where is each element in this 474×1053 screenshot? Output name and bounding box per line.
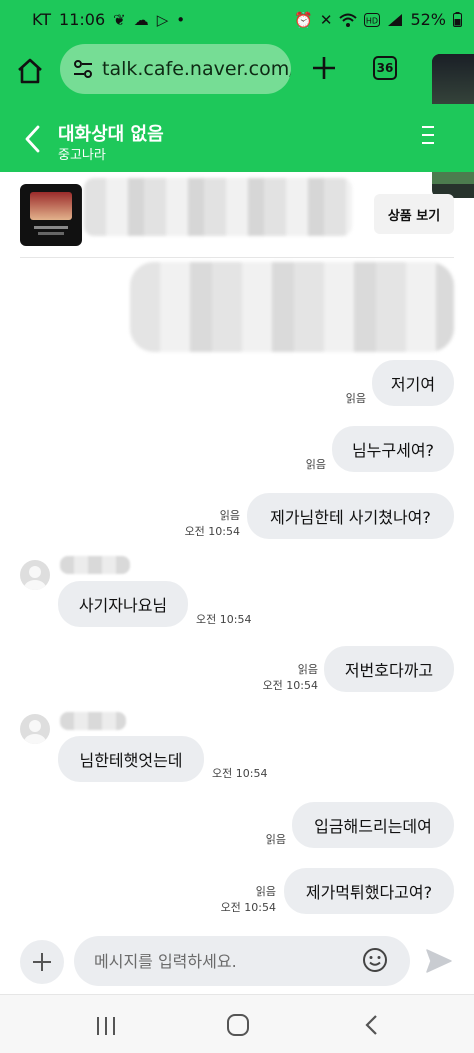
clock: 11:06 — [59, 10, 106, 29]
message-bubble-in[interactable]: 님한테햇엇는데 — [58, 736, 204, 782]
emoji-icon[interactable] — [362, 947, 388, 973]
battery-percent: 52% — [410, 10, 446, 29]
hd-icon: HD — [364, 12, 381, 27]
carrier-label: KT — [32, 10, 52, 29]
play-icon: ▷ — [156, 10, 169, 29]
product-info-redacted — [84, 178, 352, 236]
read-receipt: 읽음 — [265, 833, 286, 846]
chat-subtitle: 중고나라 — [58, 148, 106, 163]
message-bubble-out[interactable]: 님누구세여? — [332, 426, 454, 472]
product-thumbnail[interactable] — [20, 184, 82, 246]
message-time: 오전 10:54 — [196, 613, 252, 626]
menu-icon[interactable] — [422, 126, 434, 150]
read-receipt: 읽음 — [255, 885, 276, 898]
back-nav-icon[interactable] — [362, 1013, 382, 1037]
url-bar[interactable]: talk.cafe.naver.com/ — [60, 44, 291, 94]
back-arrow-icon[interactable] — [20, 122, 46, 156]
system-navigation-bar — [0, 994, 474, 1053]
redacted-message — [130, 262, 454, 352]
message-bubble-in[interactable]: 사기자나요님 — [58, 581, 188, 627]
cloud-icon: ☁ — [133, 10, 149, 29]
attach-button[interactable] — [20, 940, 64, 984]
tab-switcher-button[interactable]: 36 — [373, 56, 397, 80]
recent-apps-icon[interactable] — [92, 1015, 120, 1037]
chat-header: 대화상대 없음 중고나라 — [0, 104, 474, 172]
signal-icon — [388, 13, 403, 26]
read-receipt: 읽음 — [345, 392, 366, 405]
alarm-icon: ⏰ — [294, 10, 313, 29]
message-time: 오전 10:54 — [220, 901, 276, 914]
new-tab-icon[interactable] — [308, 52, 340, 84]
tab-count: 36 — [376, 61, 394, 75]
message-time: 오전 10:54 — [262, 679, 318, 692]
wifi-icon — [339, 13, 358, 27]
message-bubble-out[interactable]: 입금해드리는데여 — [292, 802, 454, 848]
message-composer — [0, 930, 474, 994]
plus-icon — [33, 953, 51, 971]
home-icon[interactable] — [14, 55, 46, 87]
message-bubble-out[interactable]: 제가님한테 사기쳤나여? — [247, 493, 454, 539]
sender-name-redacted — [60, 556, 130, 574]
product-bar: 상품 보기 — [0, 172, 474, 258]
chat-title: 대화상대 없음 — [58, 124, 164, 145]
browser-toolbar: talk.cafe.naver.com/ 36 — [0, 38, 474, 104]
avatar[interactable] — [20, 560, 50, 590]
svg-text:HD: HD — [366, 16, 378, 25]
message-bubble-out[interactable]: 저기여 — [372, 360, 454, 406]
battery-icon — [453, 12, 462, 27]
avatar[interactable] — [20, 714, 50, 744]
send-icon[interactable] — [424, 946, 454, 976]
leaf-icon: ❦ — [113, 10, 126, 29]
site-settings-icon[interactable] — [72, 58, 94, 80]
view-product-button[interactable]: 상품 보기 — [374, 194, 454, 234]
message-bubble-out[interactable]: 제가먹튀했다고여? — [284, 868, 454, 914]
status-bar: KT 11:06 ❦ ☁ ▷ • ⏰ ✕ HD 52% — [0, 0, 474, 38]
sender-name-redacted — [60, 712, 126, 730]
message-time: 오전 10:54 — [184, 525, 240, 538]
read-receipt: 읽음 — [219, 509, 240, 522]
mute-icon: ✕ — [319, 10, 333, 29]
divider — [20, 257, 454, 258]
message-bubble-out[interactable]: 저번호다까고 — [324, 646, 454, 692]
message-time: 오전 10:54 — [212, 767, 268, 780]
dot-icon: • — [176, 10, 186, 29]
home-nav-icon[interactable] — [226, 1013, 250, 1037]
url-text: talk.cafe.naver.com/ — [102, 58, 291, 80]
read-receipt: 읽음 — [305, 458, 326, 471]
read-receipt: 읽음 — [297, 663, 318, 676]
message-input[interactable] — [74, 936, 410, 986]
